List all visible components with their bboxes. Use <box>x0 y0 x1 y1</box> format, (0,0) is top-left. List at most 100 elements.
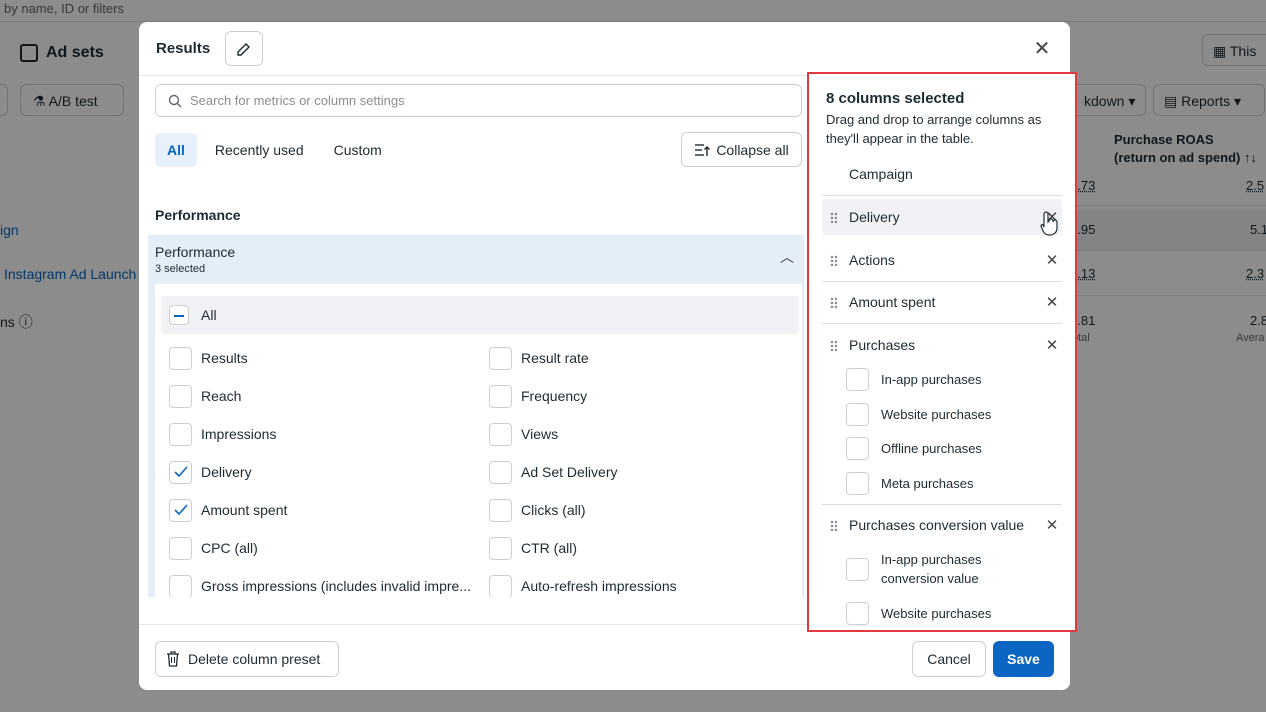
metric-option-label: Result rate <box>521 350 589 366</box>
column-row-amount-spent[interactable]: Amount spent ✕ <box>822 284 1062 320</box>
collapse-all-button[interactable]: Collapse all <box>681 132 802 167</box>
section-title: Performance <box>155 207 241 223</box>
tab-recently-used[interactable]: Recently used <box>203 133 316 167</box>
drag-handle-icon[interactable] <box>822 296 844 308</box>
metric-option[interactable]: Frequency <box>489 384 587 408</box>
metric-option-label: Views <box>521 426 559 442</box>
performance-group-header[interactable]: Performance 3 selected <box>155 244 235 275</box>
checkbox[interactable] <box>169 574 192 597</box>
checkbox[interactable] <box>169 346 192 370</box>
metric-option[interactable]: Impressions <box>169 422 276 446</box>
filter-tabs: All Recently used Custom <box>155 133 394 167</box>
delete-preset-button[interactable]: Delete column preset <box>155 641 339 677</box>
checkbox[interactable] <box>846 602 869 625</box>
checkbox[interactable] <box>169 384 192 408</box>
column-label: Purchases <box>849 337 916 353</box>
group-name: Performance <box>155 244 236 260</box>
metric-option[interactable]: Delivery <box>169 460 252 484</box>
metric-option[interactable]: Clicks (all) <box>489 498 586 522</box>
checkbox[interactable] <box>846 368 869 391</box>
purchases-sub-option[interactable]: Meta purchases <box>846 472 974 495</box>
metric-option-label: Frequency <box>521 388 588 404</box>
remove-column-icon[interactable]: ✕ <box>1042 251 1062 269</box>
indeterminate-checkbox[interactable] <box>169 305 189 325</box>
select-all-row[interactable]: All <box>161 296 799 334</box>
chevron-up-icon[interactable]: ︿ <box>780 247 794 267</box>
divider <box>822 323 1062 324</box>
cancel-button[interactable]: Cancel <box>912 641 986 677</box>
drag-handle-icon[interactable] <box>822 254 844 266</box>
modal-header: Results ✕ <box>139 22 1070 76</box>
checkbox[interactable] <box>489 536 512 560</box>
remove-column-icon[interactable]: ✕ <box>1042 336 1062 354</box>
checkbox[interactable] <box>489 346 512 370</box>
column-row-delivery[interactable]: Delivery ✕ <box>822 199 1062 235</box>
checked-checkbox[interactable] <box>169 460 192 484</box>
divider <box>822 504 1062 505</box>
collapse-icon <box>695 143 711 156</box>
metric-option[interactable]: CTR (all) <box>489 536 577 560</box>
tab-custom[interactable]: Custom <box>322 133 394 167</box>
checkbox[interactable] <box>846 403 869 426</box>
sub-option-label: Meta purchases <box>881 476 974 491</box>
column-label: Amount spent <box>849 294 936 310</box>
sub-option-label: Website purchases <box>881 606 992 621</box>
metric-option[interactable]: Gross impressions (includes invalid impr… <box>169 574 471 597</box>
metric-search[interactable] <box>155 84 802 117</box>
metric-option-label: Results <box>201 350 248 366</box>
hand-cursor-icon <box>1040 211 1058 236</box>
column-row-actions[interactable]: Actions ✕ <box>822 242 1062 278</box>
group-selected-count: 3 selected <box>155 263 206 275</box>
metric-search-input[interactable] <box>190 93 750 108</box>
check-icon <box>173 504 188 516</box>
metric-option[interactable]: Amount spent <box>169 498 287 522</box>
checkbox[interactable] <box>489 422 512 446</box>
drag-handle-icon[interactable] <box>822 211 844 223</box>
purchases-sub-option[interactable]: Website purchases <box>846 403 991 426</box>
column-row-purchases-conversion-value[interactable]: Purchases conversion value ✕ <box>822 507 1062 543</box>
checkbox[interactable] <box>846 557 869 581</box>
checkbox[interactable] <box>846 437 869 460</box>
column-label: Delivery <box>849 209 900 225</box>
select-all-label: All <box>201 307 217 323</box>
drag-handle-icon[interactable] <box>822 339 844 351</box>
purchases-sub-option[interactable]: Offline purchases <box>846 437 982 460</box>
checkbox[interactable] <box>489 460 512 484</box>
column-row-purchases[interactable]: Purchases ✕ <box>822 327 1062 363</box>
conversion-sub-option[interactable]: Website purchases <box>846 602 991 625</box>
edit-preset-button[interactable] <box>225 31 263 66</box>
checkbox[interactable] <box>489 574 512 597</box>
checked-checkbox[interactable] <box>169 498 192 522</box>
checkbox[interactable] <box>489 384 512 408</box>
metric-option[interactable]: Views <box>489 422 558 446</box>
remove-column-icon[interactable]: ✕ <box>1042 516 1062 534</box>
sub-option-label: Website purchases <box>881 407 992 422</box>
metric-option[interactable]: Ad Set Delivery <box>489 460 617 484</box>
remove-column-icon[interactable]: ✕ <box>1042 293 1062 311</box>
divider <box>822 195 1062 196</box>
conversion-sub-option[interactable]: In-app purchases conversion value <box>846 550 1046 588</box>
collapse-all-label: Collapse all <box>716 141 789 158</box>
selected-count-title: 8 columns selected <box>826 90 965 107</box>
metric-option[interactable]: Reach <box>169 384 241 408</box>
edit-icon <box>237 42 250 56</box>
metric-option[interactable]: Result rate <box>489 346 589 370</box>
column-row-campaign: Campaign <box>822 156 1062 192</box>
sub-option-label: Offline purchases <box>881 441 982 456</box>
checkbox[interactable] <box>489 498 512 522</box>
checkbox[interactable] <box>169 422 192 446</box>
divider <box>822 281 1062 282</box>
checkbox[interactable] <box>169 536 192 560</box>
metric-option[interactable]: Auto-refresh impressions <box>489 574 677 597</box>
drag-handle-icon[interactable] <box>822 519 844 531</box>
trash-icon <box>167 651 179 667</box>
close-icon[interactable]: ✕ <box>1031 37 1053 60</box>
checkbox[interactable] <box>846 472 869 495</box>
selected-columns-panel: 8 columns selected Drag and drop to arra… <box>807 72 1077 632</box>
sub-option-label: In-app purchases <box>881 372 982 387</box>
metric-option[interactable]: CPC (all) <box>169 536 258 560</box>
save-button[interactable]: Save <box>993 641 1054 677</box>
purchases-sub-option[interactable]: In-app purchases <box>846 368 981 391</box>
tab-all[interactable]: All <box>155 133 197 167</box>
metric-option[interactable]: Results <box>169 346 248 370</box>
